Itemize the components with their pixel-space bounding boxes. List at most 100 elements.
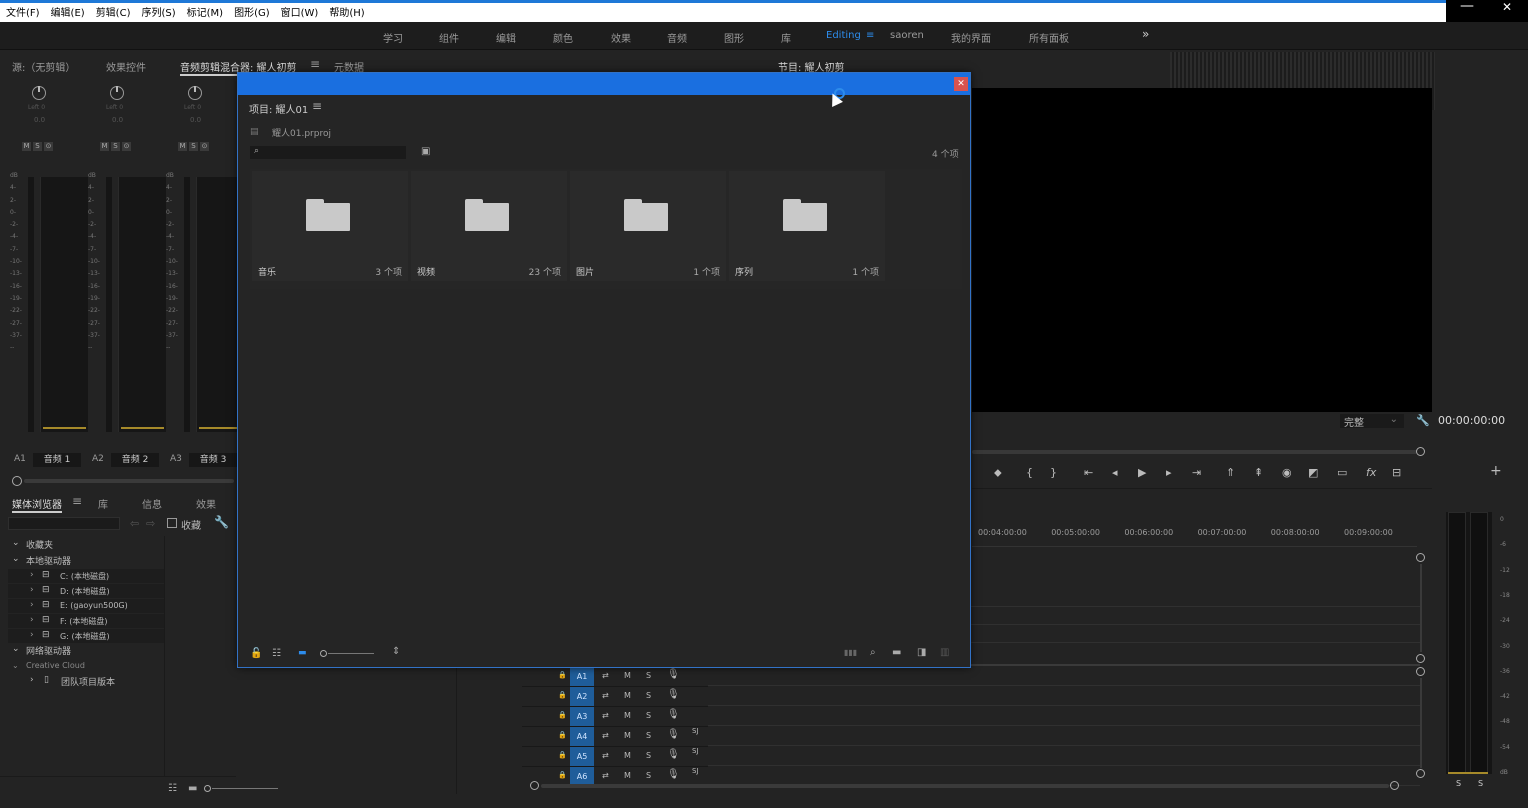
channel-name[interactable]: 音频 2 bbox=[111, 453, 159, 467]
workspace-tab[interactable]: saoren bbox=[890, 30, 924, 41]
add-marker-icon[interactable]: ⬥ bbox=[994, 466, 1002, 480]
lock-icon[interactable]: 🔒 bbox=[558, 751, 567, 759]
solo-button[interactable]: S bbox=[646, 671, 651, 680]
workspace-tab[interactable]: 我的界面 bbox=[951, 30, 991, 45]
tab-source[interactable]: 源:（无剪辑） bbox=[12, 59, 75, 74]
wrench-icon[interactable]: 🔧 bbox=[214, 515, 229, 529]
project-bin[interactable]: 视频 23 个项 bbox=[411, 171, 567, 281]
microphone-icon[interactable]: 🎙 bbox=[667, 749, 680, 760]
project-dialog[interactable]: ✕ 项目: 耀人01 ≡ ▤ 耀人01.prproj ⌕ ▣ 4 个项 🔓 ☷ … bbox=[237, 72, 971, 668]
sort-icon[interactable]: ⇕ bbox=[392, 646, 400, 657]
timeline-vscroll-handle[interactable] bbox=[1416, 553, 1425, 562]
menu-item[interactable]: 窗口(W) bbox=[281, 4, 319, 19]
timeline-hscrollbar[interactable] bbox=[541, 784, 1389, 788]
project-bin[interactable]: 图片 1 个项 bbox=[570, 171, 726, 281]
extract-icon[interactable]: ⇞ bbox=[1254, 466, 1263, 479]
tab-effect-controls[interactable]: 效果控件 bbox=[106, 59, 146, 74]
solo-button[interactable]: S bbox=[189, 142, 198, 151]
wrench-icon[interactable]: 🔧 bbox=[1416, 414, 1430, 427]
tree-drive-item[interactable]: › ⊟ D: (本地磁盘) bbox=[8, 584, 164, 598]
microphone-icon[interactable]: 🎙 bbox=[667, 729, 680, 740]
menu-item[interactable]: 标记(M) bbox=[187, 4, 223, 19]
lock-icon[interactable]: 🔒 bbox=[558, 671, 567, 679]
lock-icon[interactable]: 🔒 bbox=[558, 711, 567, 719]
sync-lock-icon[interactable]: ⇄ bbox=[602, 711, 609, 720]
zoom-slider[interactable] bbox=[212, 788, 278, 789]
close-window-button[interactable]: ✕ bbox=[1502, 0, 1512, 14]
solo-button[interactable]: S bbox=[646, 731, 651, 740]
sync-lock-icon[interactable]: ⇄ bbox=[602, 771, 609, 780]
chevron-right-icon[interactable]: › bbox=[30, 615, 34, 625]
timeline-vscroll-handle[interactable] bbox=[1416, 769, 1425, 778]
safe-margins-icon[interactable]: ▭ bbox=[1337, 466, 1347, 479]
lock-icon[interactable]: 🔒 bbox=[558, 731, 567, 739]
mute-button[interactable]: M bbox=[624, 711, 631, 720]
project-search-input[interactable]: ⌕ bbox=[250, 146, 406, 159]
step-forward-icon[interactable]: ▸ bbox=[1166, 466, 1172, 479]
workspace-tab[interactable]: 图形 bbox=[724, 30, 744, 45]
new-bin-icon[interactable]: ▬ bbox=[892, 647, 901, 658]
mixer-scrollbar[interactable] bbox=[24, 479, 234, 483]
play-icon[interactable]: ▶ bbox=[1138, 466, 1146, 479]
mute-button[interactable]: M bbox=[624, 691, 631, 700]
workspace-tab[interactable]: 编辑 bbox=[496, 30, 516, 45]
mute-button[interactable]: M bbox=[100, 142, 109, 151]
record-button[interactable]: ⊙ bbox=[44, 142, 53, 151]
tree-team-projects[interactable]: 团队项目版本 bbox=[61, 675, 115, 688]
tree-local-drives[interactable]: 本地驱动器 bbox=[26, 554, 71, 567]
microphone-icon[interactable]: 🎙 bbox=[667, 709, 680, 720]
chevron-down-icon[interactable]: ⌄ bbox=[12, 644, 20, 654]
project-bin[interactable]: 音乐 3 个项 bbox=[252, 171, 408, 281]
automate-to-sequence-icon[interactable]: ▮▮▮ bbox=[844, 648, 857, 657]
menu-item[interactable]: 剪辑(C) bbox=[96, 4, 131, 19]
back-arrow-icon[interactable]: ⇦ bbox=[130, 517, 139, 530]
tab-media-browser[interactable]: 媒体浏览器 bbox=[12, 496, 62, 513]
dialog-close-button[interactable]: ✕ bbox=[954, 77, 968, 91]
chevron-down-icon[interactable]: ⌄ bbox=[12, 538, 20, 548]
trash-icon[interactable]: ▥ bbox=[940, 647, 949, 658]
chevron-right-icon[interactable]: › bbox=[30, 630, 34, 640]
tab-info[interactable]: 信息 bbox=[142, 496, 162, 511]
pan-knob-icon[interactable] bbox=[188, 86, 202, 100]
lock-icon[interactable]: 🔒 bbox=[558, 691, 567, 699]
menu-item[interactable]: 编辑(E) bbox=[51, 4, 85, 19]
workspace-tab[interactable]: 音频 bbox=[667, 30, 687, 45]
mute-button[interactable]: M bbox=[624, 771, 631, 780]
panel-menu-icon[interactable]: ≡ bbox=[72, 494, 82, 508]
solo-button[interactable]: S bbox=[646, 771, 651, 780]
sync-lock-icon[interactable]: ⇄ bbox=[602, 731, 609, 740]
tree-drive-item[interactable]: › ⊟ F: (本地磁盘) bbox=[8, 614, 164, 628]
mute-button[interactable]: M bbox=[624, 751, 631, 760]
favorites-checkbox[interactable] bbox=[167, 518, 177, 528]
chevron-right-icon[interactable]: › bbox=[30, 675, 34, 685]
mark-out-icon[interactable]: } bbox=[1050, 466, 1057, 479]
mixer-scroll-handle[interactable] bbox=[12, 476, 22, 486]
pan-knob-icon[interactable] bbox=[110, 86, 124, 100]
sync-lock-icon[interactable]: ⇄ bbox=[602, 751, 609, 760]
lock-icon[interactable]: 🔓 bbox=[250, 648, 262, 659]
fit-dropdown[interactable]: 完整 ⌄ bbox=[1340, 414, 1404, 429]
workspace-tab[interactable]: 组件 bbox=[439, 30, 459, 45]
panel-menu-icon[interactable]: ≡ bbox=[310, 57, 320, 71]
zoom-slider[interactable] bbox=[328, 653, 374, 654]
microphone-icon[interactable]: 🎙 bbox=[667, 689, 680, 700]
record-button[interactable]: ⊙ bbox=[200, 142, 209, 151]
track-target[interactable]: A2 bbox=[570, 687, 594, 706]
new-search-bin-icon[interactable]: ▣ bbox=[421, 146, 430, 157]
tree-favorites[interactable]: 收藏夹 bbox=[26, 538, 53, 551]
icon-view-icon[interactable]: ▬ bbox=[298, 648, 307, 658]
record-button[interactable]: ⊙ bbox=[122, 142, 131, 151]
find-icon[interactable]: ⌕ bbox=[870, 647, 876, 658]
workspace-tab[interactable]: 学习 bbox=[383, 30, 403, 45]
timeline-vscrollbar[interactable] bbox=[1420, 564, 1422, 652]
comparison-view-icon[interactable]: ◩ bbox=[1308, 466, 1318, 479]
workspace-tab[interactable]: Editing bbox=[826, 30, 861, 41]
timeline-vscrollbar[interactable] bbox=[1420, 678, 1422, 768]
volume-fader[interactable] bbox=[40, 177, 88, 432]
zoom-slider-handle[interactable] bbox=[204, 785, 211, 792]
microphone-icon[interactable]: 🎙 bbox=[667, 769, 680, 780]
solo-button[interactable]: S bbox=[646, 711, 651, 720]
solo-left-button[interactable]: S bbox=[1456, 779, 1461, 788]
volume-fader[interactable] bbox=[118, 177, 166, 432]
minimize-button[interactable]: — bbox=[1460, 0, 1474, 14]
